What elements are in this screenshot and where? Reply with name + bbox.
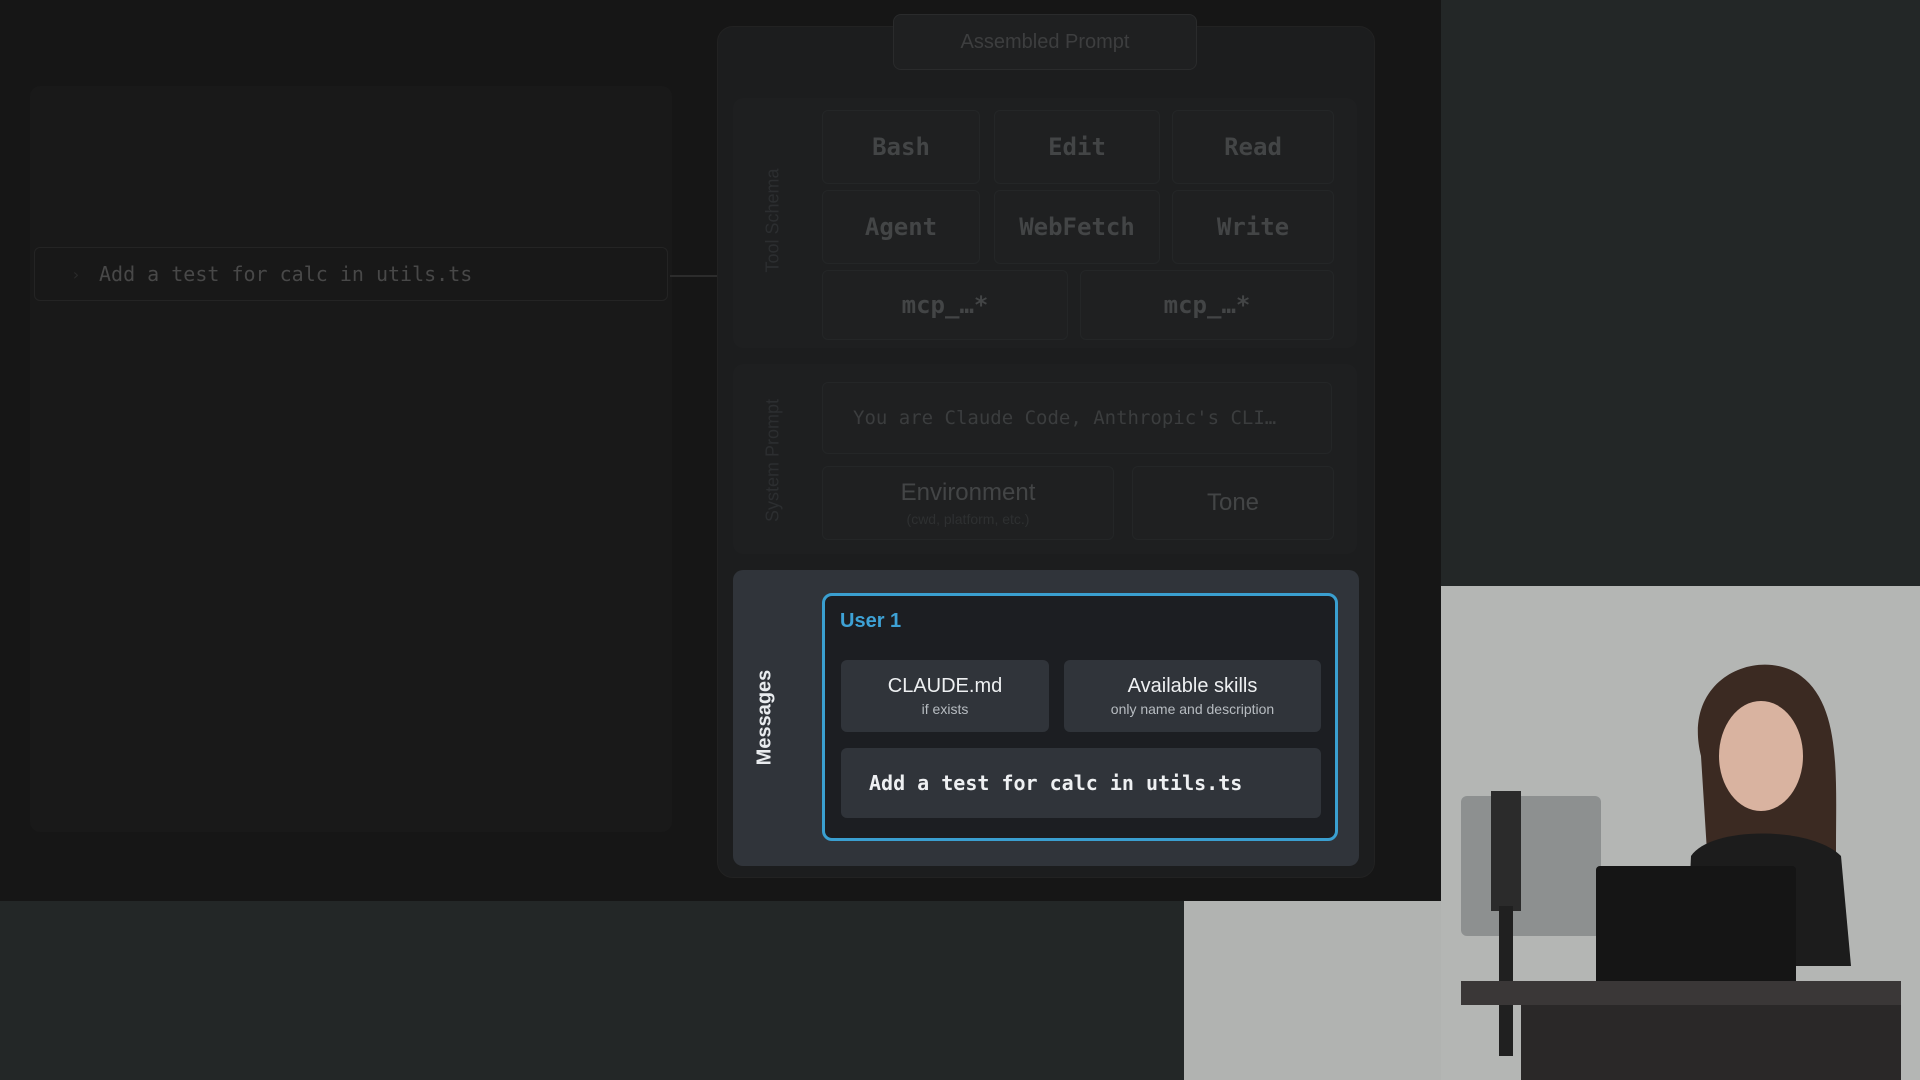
tool-schema-label: Tool Schema — [762, 168, 783, 273]
user-message-title: User 1 — [840, 610, 902, 632]
tool-agent: Agent — [822, 190, 980, 264]
tool-bash: Bash — [822, 110, 980, 184]
claude-md-sublabel: if exists — [921, 701, 969, 717]
messages-label: Messages — [753, 669, 776, 766]
available-skills-label: Available skills — [1127, 675, 1258, 697]
prompt-input-text: Add a test for calc in utils.ts — [99, 262, 473, 286]
available-skills-sublabel: only name and description — [1110, 701, 1275, 717]
claude-md-tile: CLAUDE.md if exists — [841, 660, 1049, 732]
system-prompt-text: You are Claude Code, Anthropic's CLI… — [822, 382, 1332, 454]
tool-edit: Edit — [994, 110, 1160, 184]
assembled-prompt-title: Assembled Prompt — [893, 14, 1197, 70]
laptop-shape — [1596, 866, 1796, 986]
tool-mcp-1: mcp_…* — [822, 270, 1068, 340]
tone-tile: Tone — [1132, 466, 1334, 540]
user-input-text: Add a test for calc in utils.ts — [841, 748, 1321, 818]
claude-md-label: CLAUDE.md — [887, 675, 1003, 697]
prompt-caret-icon: › — [71, 264, 81, 284]
tool-mcp-2: mcp_…* — [1080, 270, 1334, 340]
prompt-input-echo: › Add a test for calc in utils.ts — [34, 247, 668, 301]
face-shape — [1719, 701, 1803, 811]
tablet-mount-shape — [1491, 791, 1521, 911]
available-skills-tile: Available skills only name and descripti… — [1064, 660, 1321, 732]
environment-sublabel: (cwd, platform, etc.) — [906, 511, 1030, 527]
speaker-video-image — [1441, 586, 1920, 1080]
connector-line — [670, 275, 718, 277]
video-lower-area — [1184, 901, 1441, 1080]
tool-webfetch: WebFetch — [994, 190, 1160, 264]
tablet-shape — [1461, 796, 1601, 936]
environment-label: Environment — [900, 479, 1036, 506]
environment-tile: Environment (cwd, platform, etc.) — [822, 466, 1114, 540]
podium-body-shape — [1521, 1005, 1901, 1080]
tool-read: Read — [1172, 110, 1334, 184]
input-panel: › Add a test for calc in utils.ts — [30, 86, 672, 832]
podium-top-shape — [1461, 981, 1901, 1005]
speaker-video — [1441, 586, 1920, 1080]
tool-write: Write — [1172, 190, 1334, 264]
system-prompt-label: System Prompt — [762, 398, 783, 523]
